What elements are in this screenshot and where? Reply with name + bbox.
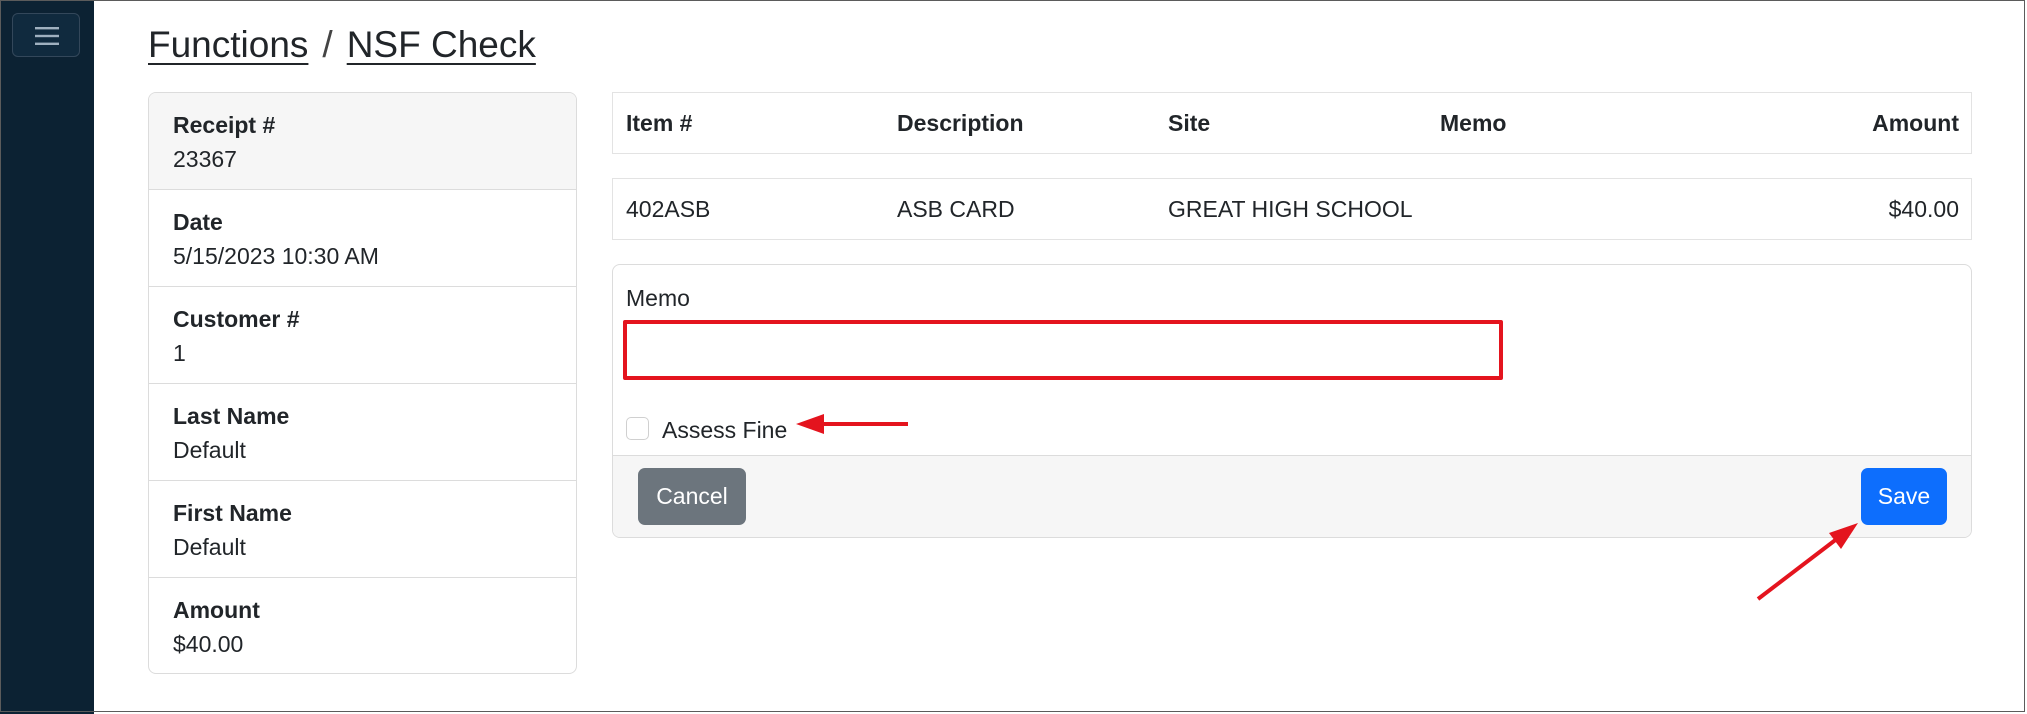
info-item-amount: Amount $40.00 <box>149 578 576 673</box>
memo-card: Memo Assess Fine Cancel Save <box>612 264 1972 538</box>
cell-item: 402ASB <box>626 196 711 222</box>
memo-input[interactable] <box>623 320 1503 380</box>
info-label: Last Name <box>173 403 290 429</box>
info-label: First Name <box>173 500 292 526</box>
info-value: 23367 <box>173 146 237 172</box>
info-item-receipt: Receipt # 23367 <box>149 93 576 190</box>
table-row: 402ASB ASB CARD GREAT HIGH SCHOOL $40.00 <box>612 178 1972 240</box>
info-label: Customer # <box>173 306 300 332</box>
breadcrumb-link-nsf-check[interactable]: NSF Check <box>347 24 536 65</box>
memo-card-footer: Cancel Save <box>613 455 1971 537</box>
sidebar <box>0 0 94 714</box>
assess-fine-checkbox[interactable] <box>626 417 649 440</box>
info-value: $40.00 <box>173 631 244 657</box>
memo-label: Memo <box>626 285 690 311</box>
info-value: Default <box>173 534 246 560</box>
hamburger-menu-icon <box>35 27 59 45</box>
info-value: 1 <box>173 340 186 366</box>
info-label: Date <box>173 209 223 235</box>
save-button[interactable]: Save <box>1861 468 1947 525</box>
header-memo: Memo <box>1440 110 1507 136</box>
breadcrumb: Functions / NSF Check <box>148 24 536 66</box>
header-amount: Amount <box>1872 110 1959 136</box>
receipt-info-card: Receipt # 23367 Date 5/15/2023 10:30 AM … <box>148 92 577 674</box>
info-item-first-name: First Name Default <box>149 481 576 578</box>
info-item-last-name: Last Name Default <box>149 384 576 481</box>
menu-toggle-button[interactable] <box>12 13 80 57</box>
header-item: Item # <box>626 110 693 136</box>
info-value: 5/15/2023 10:30 AM <box>173 243 379 269</box>
cell-site: GREAT HIGH SCHOOL <box>1168 196 1413 222</box>
header-site: Site <box>1168 110 1211 136</box>
cell-amount: $40.00 <box>1888 196 1959 222</box>
cancel-button[interactable]: Cancel <box>638 468 746 525</box>
info-label: Amount <box>173 597 260 623</box>
info-item-date: Date 5/15/2023 10:30 AM <box>149 190 576 287</box>
cell-description: ASB CARD <box>897 196 1015 222</box>
items-table-header: Item # Description Site Memo Amount <box>612 92 1972 154</box>
header-description: Description <box>897 110 1024 136</box>
breadcrumb-link-functions[interactable]: Functions <box>148 24 308 65</box>
info-value: Default <box>173 437 246 463</box>
breadcrumb-separator: / <box>322 24 333 65</box>
info-item-customer: Customer # 1 <box>149 287 576 384</box>
info-label: Receipt # <box>173 112 276 138</box>
assess-fine-label[interactable]: Assess Fine <box>662 413 787 447</box>
